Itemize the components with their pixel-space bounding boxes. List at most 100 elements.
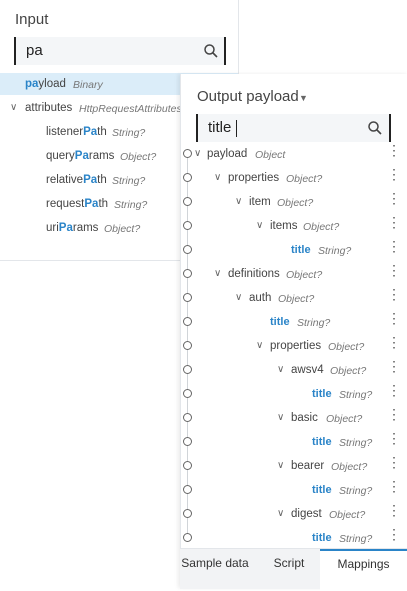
field-type: String? (339, 437, 373, 449)
more-options-icon[interactable]: ⋮ (387, 383, 401, 397)
tab-mappings[interactable]: Mappings (320, 549, 407, 591)
connector-dot[interactable] (183, 533, 192, 542)
chevron-down-icon[interactable]: ∨ (235, 196, 242, 207)
more-options-icon[interactable]: ⋮ (387, 479, 401, 493)
field-name: title (312, 532, 332, 544)
more-options-icon[interactable]: ⋮ (387, 215, 401, 229)
more-options-icon[interactable]: ⋮ (387, 287, 401, 301)
tree-row-title[interactable]: title String? ⋮ (180, 311, 407, 335)
connector-dot[interactable] (183, 317, 192, 326)
tree-row-properties[interactable]: ∨ properties Object? ⋮ (180, 335, 407, 359)
connector-dot[interactable] (183, 437, 192, 446)
input-panel-title: Input (15, 11, 49, 28)
connector-dot[interactable] (183, 293, 192, 302)
chevron-down-icon[interactable]: ∨ (277, 508, 284, 519)
connector-dot[interactable] (183, 221, 192, 230)
field-type: Object? (303, 221, 340, 233)
field-type: String? (318, 245, 352, 257)
more-options-icon[interactable]: ⋮ (387, 191, 401, 205)
chevron-down-icon[interactable]: ∨ (194, 148, 201, 159)
field-name: uriParams (46, 222, 99, 234)
connector-dot[interactable] (183, 509, 192, 518)
connector-dot[interactable] (183, 365, 192, 374)
tree-row-items[interactable]: ∨ items Object? ⋮ (180, 215, 407, 239)
field-name: properties (228, 172, 280, 184)
more-options-icon[interactable]: ⋮ (387, 143, 401, 157)
input-search-box[interactable]: pa (14, 37, 226, 65)
field-name: payload (25, 78, 66, 90)
field-name: queryParams (46, 150, 115, 162)
chevron-down-icon[interactable]: ∨ (277, 412, 284, 423)
field-name: title (312, 436, 332, 448)
tree-row-digest[interactable]: ∨ digest Object? ⋮ (180, 503, 407, 527)
more-options-icon[interactable]: ⋮ (387, 359, 401, 373)
tree-row-title[interactable]: title String? ⋮ (180, 383, 407, 407)
chevron-down-icon[interactable]: ∨ (214, 268, 221, 279)
tab-script[interactable]: Script (255, 549, 323, 589)
connector-dot[interactable] (183, 485, 192, 494)
search-icon[interactable] (366, 119, 384, 137)
field-name: listenerPath (46, 126, 107, 138)
tree-row-payload[interactable]: ∨ payload Object ⋮ (180, 143, 407, 167)
field-type: Object? (326, 413, 363, 425)
more-options-icon[interactable]: ⋮ (387, 503, 401, 517)
more-options-icon[interactable]: ⋮ (387, 263, 401, 277)
field-name: digest (291, 508, 322, 520)
field-name: item (249, 196, 271, 208)
tree-row-item[interactable]: ∨ item Object? ⋮ (180, 191, 407, 215)
connector-dot[interactable] (183, 245, 192, 254)
connector-dot[interactable] (183, 269, 192, 278)
chevron-down-icon[interactable]: ∨ (277, 460, 284, 471)
more-options-icon[interactable]: ⋮ (387, 407, 401, 421)
tree-row-bearer[interactable]: ∨ bearer Object? ⋮ (180, 455, 407, 479)
connector-dot[interactable] (183, 389, 192, 398)
chevron-down-icon[interactable]: ∨ (256, 340, 263, 351)
field-type: String? (339, 533, 373, 545)
tree-row-definitions[interactable]: ∨ definitions Object? ⋮ (180, 263, 407, 287)
more-options-icon[interactable]: ⋮ (387, 455, 401, 469)
field-name: items (270, 220, 298, 232)
output-panel-title[interactable]: Output payload (197, 88, 299, 105)
tree-row-title[interactable]: title String? ⋮ (180, 239, 407, 263)
field-name: requestPath (46, 198, 109, 210)
connector-dot[interactable] (183, 173, 192, 182)
field-name: basic (291, 412, 318, 424)
field-name: auth (249, 292, 272, 304)
chevron-down-icon[interactable]: ∨ (256, 220, 263, 231)
tab-sample-data[interactable]: Sample data (180, 549, 250, 589)
input-search-input[interactable]: pa (26, 42, 43, 59)
tree-row-auth[interactable]: ∨ auth Object? ⋮ (180, 287, 407, 311)
output-search-box[interactable]: title (196, 114, 391, 142)
more-options-icon[interactable]: ⋮ (387, 311, 401, 325)
output-search-input[interactable]: title (208, 119, 231, 136)
chevron-down-icon[interactable]: ∨ (214, 172, 221, 183)
tree-row-title[interactable]: title String? ⋮ (180, 479, 407, 503)
connector-dot[interactable] (183, 341, 192, 350)
tree-row-properties[interactable]: ∨ properties Object? ⋮ (180, 167, 407, 191)
chevron-down-icon[interactable]: ∨ (10, 102, 17, 113)
tree-row-basic[interactable]: ∨ basic Object? ⋮ (180, 407, 407, 431)
field-type: String? (297, 317, 331, 329)
more-options-icon[interactable]: ⋮ (387, 335, 401, 349)
connector-dot[interactable] (183, 149, 192, 158)
connector-dot[interactable] (183, 461, 192, 470)
field-type: String? (339, 485, 373, 497)
search-icon[interactable] (202, 42, 220, 60)
more-options-icon[interactable]: ⋮ (387, 167, 401, 181)
connector-dot[interactable] (183, 197, 192, 206)
connector-dot[interactable] (183, 413, 192, 422)
field-name: title (270, 316, 290, 328)
tree-row-title[interactable]: title String? ⋮ (180, 527, 407, 548)
dropdown-arrow-icon[interactable]: ▼ (299, 93, 308, 103)
more-options-icon[interactable]: ⋮ (387, 239, 401, 253)
field-type: Object? (286, 173, 323, 185)
tree-row-awsv4[interactable]: ∨ awsv4 Object? ⋮ (180, 359, 407, 383)
field-name: payload (207, 148, 248, 160)
tree-row-title[interactable]: title String? ⋮ (180, 431, 407, 455)
field-type: Object? (278, 293, 315, 305)
field-type: Object (255, 149, 286, 161)
chevron-down-icon[interactable]: ∨ (235, 292, 242, 303)
chevron-down-icon[interactable]: ∨ (277, 364, 284, 375)
more-options-icon[interactable]: ⋮ (387, 431, 401, 445)
more-options-icon[interactable]: ⋮ (387, 527, 401, 541)
